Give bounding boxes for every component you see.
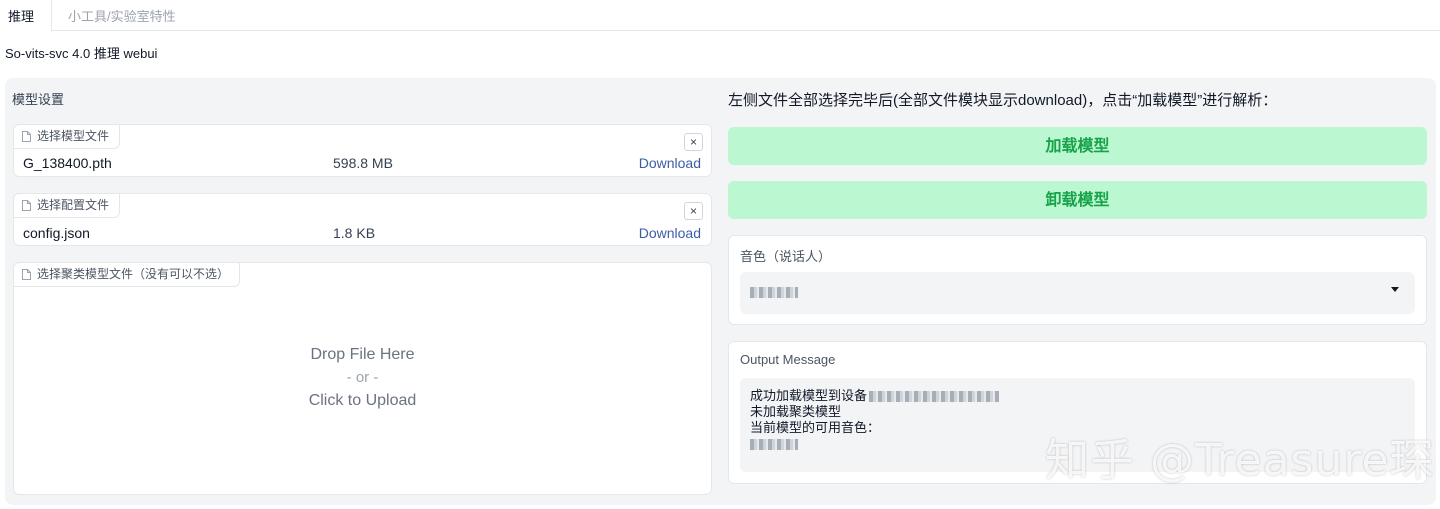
drop-instructions: Drop File Here - or - Click to Upload bbox=[14, 343, 711, 412]
output-line-2: 未加载聚类模型 bbox=[750, 404, 842, 419]
speaker-card: 音色（说话人） bbox=[728, 235, 1427, 325]
cluster-file-dropzone[interactable]: 选择聚类模型文件（没有可以不选） Drop File Here - or - C… bbox=[13, 262, 712, 495]
cluster-file-tag: 选择聚类模型文件（没有可以不选） bbox=[13, 262, 241, 287]
tab-tools[interactable]: 小工具/实验室特性 bbox=[60, 0, 184, 31]
config-file-tag: 选择配置文件 bbox=[13, 193, 121, 218]
unload-model-button[interactable]: 卸载模型 bbox=[728, 181, 1427, 219]
tab-bar: 推理 小工具/实验室特性 bbox=[0, 0, 1440, 32]
config-file-upload[interactable]: 选择配置文件 × config.json 1.8 KB Download bbox=[13, 193, 712, 246]
model-file-download-link[interactable]: Download bbox=[639, 155, 701, 171]
config-file-tag-label: 选择配置文件 bbox=[37, 198, 110, 212]
model-settings-label: 模型设置 bbox=[12, 92, 65, 107]
output-line-1: 成功加载模型到设备 bbox=[750, 388, 1405, 404]
drop-file-text: Drop File Here bbox=[310, 346, 415, 363]
close-icon[interactable]: × bbox=[684, 202, 703, 220]
device-redacted bbox=[869, 391, 1000, 403]
model-file-tag-label: 选择模型文件 bbox=[37, 129, 110, 143]
speaker-label: 音色（说话人） bbox=[740, 249, 832, 264]
output-label: Output Message bbox=[740, 352, 836, 367]
page-title: So-vits-svc 4.0 推理 webui bbox=[5, 46, 158, 61]
file-icon bbox=[22, 200, 31, 211]
drop-or-text: - or - bbox=[346, 369, 379, 386]
watermark: 知乎 @Treasure琛 bbox=[1045, 435, 1435, 486]
chevron-down-icon bbox=[1391, 287, 1399, 292]
model-file-name: G_138400.pth bbox=[23, 155, 112, 171]
speaker-value-redacted bbox=[750, 287, 798, 298]
model-file-upload[interactable]: 选择模型文件 × G_138400.pth 598.8 MB Download bbox=[13, 124, 712, 177]
cluster-file-tag-label: 选择聚类模型文件（没有可以不选） bbox=[37, 267, 230, 281]
tab-inference[interactable]: 推理 bbox=[0, 0, 52, 32]
load-model-button[interactable]: 加载模型 bbox=[728, 127, 1427, 165]
close-icon[interactable]: × bbox=[684, 133, 703, 151]
file-icon bbox=[22, 131, 31, 142]
speaker-select[interactable] bbox=[740, 272, 1415, 314]
instruction-text: 左侧文件全部选择完毕后(全部文件模块显示download)，点击“加载模型”进行… bbox=[728, 92, 1278, 109]
config-file-name: config.json bbox=[23, 225, 90, 241]
speaker-list-redacted bbox=[750, 439, 798, 451]
file-icon bbox=[22, 269, 31, 280]
click-to-upload-text: Click to Upload bbox=[308, 392, 417, 409]
config-file-size: 1.8 KB bbox=[333, 225, 376, 241]
model-file-tag: 选择模型文件 bbox=[13, 124, 121, 149]
config-file-download-link[interactable]: Download bbox=[639, 225, 701, 241]
model-file-size: 598.8 MB bbox=[333, 155, 393, 171]
